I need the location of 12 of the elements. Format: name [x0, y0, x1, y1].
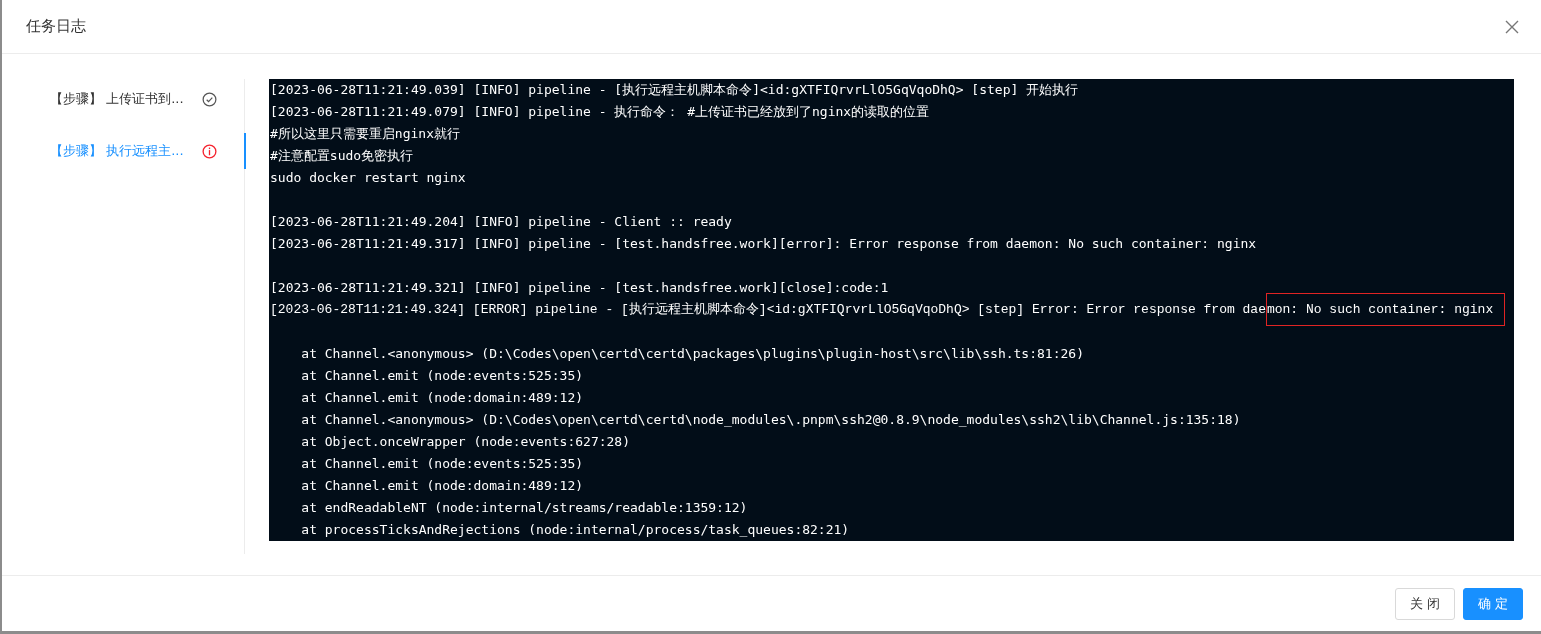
step-item[interactable]: 【步骤】 上传证书到...	[2, 81, 246, 117]
log-entry: [2023-06-28T11:21:49.324] [ERROR] pipeline - [执行远程主机脚本命令]<id:gXTFIQrvrLlO5GqVqoDhQ> [step] Error: Error response from dae	[270, 302, 1266, 317]
log-entry: [2023-06-28T11:21:49.204] [INFO] pipeline - Client :: ready	[269, 213, 732, 231]
log-entry: [2023-06-28T11:21:49.039] [INFO] pipeline - [执行远程主机脚本命令]<id:gXTFIQrvrLlO5GqVqoDhQ> [step] 开始执行	[269, 81, 1079, 99]
log-entry: [2023-06-28T11:21:49.079] [INFO] pipeline - 执行命令： #上传证书已经放到了nginx的读取的位置 #所以这里只需要重启nginx就行 #注意配置sudo免密执行 sudo docker restart nginx	[269, 103, 930, 187]
close-button[interactable]: 关 闭	[1394, 587, 1455, 620]
log-entry: at Channel.<anonymous> (D:\Codes\open\certd\certd\packages\plugins\plugin-host\src\lib\ssh.ts:81:26) at Channel.emit (node:events:525:35) at Channel.emit (node:domain:489:12) at Channel.<anonymous> (D:\Codes\open\certd\certd\node_modules\.pnpm\ssh2@0.8.9\node_modules\ssh2\lib\Channel.js:135:18) at Object.onceWrapper (node:events:627:28) at Channel.emit (node:events:525:35) at Channel.emit (node:domain:489:12) at endReadableNT (node:internal/streams/readable:1359:12) at processTicksAndRejections (node:internal/process/task_queues:82:21)	[300, 345, 1241, 539]
highlighted-text: mon: No such container: nginx	[1265, 293, 1506, 326]
dialog-title: 任务日志	[26, 17, 86, 36]
log-entry: [2023-06-28T11:21:49.321] [INFO] pipeline - [test.handsfree.work][close]:code:1	[269, 279, 889, 297]
close-icon[interactable]	[1505, 19, 1519, 34]
log-entry: [2023-06-28T11:21:49.317] [INFO] pipeline - [test.handsfree.work][error]: Error response from daemon: No such container: nginx	[269, 235, 1257, 253]
